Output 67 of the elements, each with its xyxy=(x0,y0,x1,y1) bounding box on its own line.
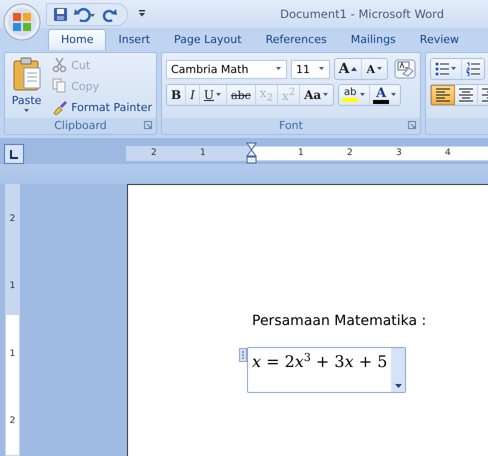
align-left-icon xyxy=(435,87,451,103)
redo-icon[interactable] xyxy=(102,6,117,22)
equation-box[interactable]: x = 2x$^{3}$ + 3x + 5 xyxy=(247,347,406,393)
bullet-list-icon xyxy=(435,62,449,76)
font-size-field[interactable]: 11 xyxy=(290,60,330,78)
equation-options-button[interactable] xyxy=(391,348,406,392)
window-title: Document1 - Microsoft Word xyxy=(280,7,444,21)
italic-button[interactable]: I xyxy=(186,85,200,105)
caret-icon xyxy=(24,109,30,113)
up-arrow-icon xyxy=(351,67,358,71)
group-label: Font xyxy=(279,119,303,132)
save-icon[interactable] xyxy=(53,6,68,22)
strikethrough-button[interactable]: abc xyxy=(227,85,256,105)
numbered-list-icon xyxy=(466,62,480,76)
ruler-number: 2 xyxy=(347,147,353,160)
document-text: Persamaan Matematika : xyxy=(252,313,428,329)
ribbon-tab[interactable]: Home xyxy=(48,29,106,50)
ribbon-tab[interactable]: References xyxy=(254,30,339,50)
paste-button[interactable]: Paste xyxy=(9,56,44,117)
format-painter-button[interactable]: Format Painter xyxy=(52,98,152,116)
highlight-button[interactable]: ab xyxy=(339,85,370,105)
align-left-button[interactable] xyxy=(431,85,455,105)
change-case-button[interactable]: Aa xyxy=(300,85,334,105)
equation-text: x = 2x$^{3}$ + 3x + 5 xyxy=(251,350,388,371)
align-center-icon xyxy=(458,87,474,103)
ruler-number: 4 xyxy=(445,147,451,160)
down-arrow-icon xyxy=(377,67,383,71)
font-name-field[interactable]: Cambria Math xyxy=(166,60,287,78)
dropdown-arrow-icon xyxy=(360,93,366,97)
ruler-number: 1 xyxy=(10,281,16,292)
tab-selector-icon[interactable] xyxy=(4,144,24,164)
dropdown-arrow-icon xyxy=(216,93,222,97)
dropdown-arrow-icon xyxy=(451,67,457,71)
ruler-number: 1 xyxy=(10,348,16,359)
undo-icon[interactable] xyxy=(74,6,96,22)
underline-button[interactable]: U xyxy=(200,85,228,105)
dropdown-arrow-icon xyxy=(323,93,330,97)
dropdown-arrow-icon xyxy=(391,93,398,97)
clear-formatting-icon[interactable] xyxy=(394,59,416,79)
bold-button[interactable]: B xyxy=(167,85,186,105)
grow-font-button[interactable]: A xyxy=(334,59,362,79)
dropdown-arrow-icon xyxy=(276,67,282,71)
customize-icon[interactable] xyxy=(138,9,146,19)
font-color-button[interactable]: A xyxy=(370,85,400,105)
copy-icon xyxy=(52,78,68,94)
ruler-number: 2 xyxy=(10,416,16,426)
ruler-number: 1 xyxy=(298,147,304,160)
dialog-launcher-icon[interactable] xyxy=(144,121,152,129)
dialog-launcher-icon[interactable] xyxy=(408,121,416,129)
ruler-number: 1 xyxy=(200,147,206,160)
ribbon-tab[interactable]: Review xyxy=(408,30,472,50)
vertical-ruler[interactable]: 2 1 1 2 xyxy=(5,184,20,456)
drag-handle-icon[interactable] xyxy=(239,348,247,362)
paintbrush-icon xyxy=(52,99,68,115)
group-label: Clipboard xyxy=(54,119,107,132)
ruler-number: 2 xyxy=(151,147,157,160)
shrink-font-button[interactable]: A xyxy=(362,59,387,79)
clipboard-icon xyxy=(12,56,42,92)
ruler-number: 3 xyxy=(396,147,402,160)
scissors-icon xyxy=(52,57,68,73)
indent-marker-icon[interactable] xyxy=(246,142,257,164)
ribbon-tab[interactable]: Insert xyxy=(106,30,162,50)
dropdown-arrow-icon xyxy=(394,384,402,388)
ribbon-tab[interactable]: Page Layout xyxy=(162,30,254,50)
ribbon-tab[interactable]: Mailings xyxy=(338,30,408,50)
ruler-number: 2 xyxy=(10,214,16,224)
dropdown-arrow-icon xyxy=(318,67,325,71)
